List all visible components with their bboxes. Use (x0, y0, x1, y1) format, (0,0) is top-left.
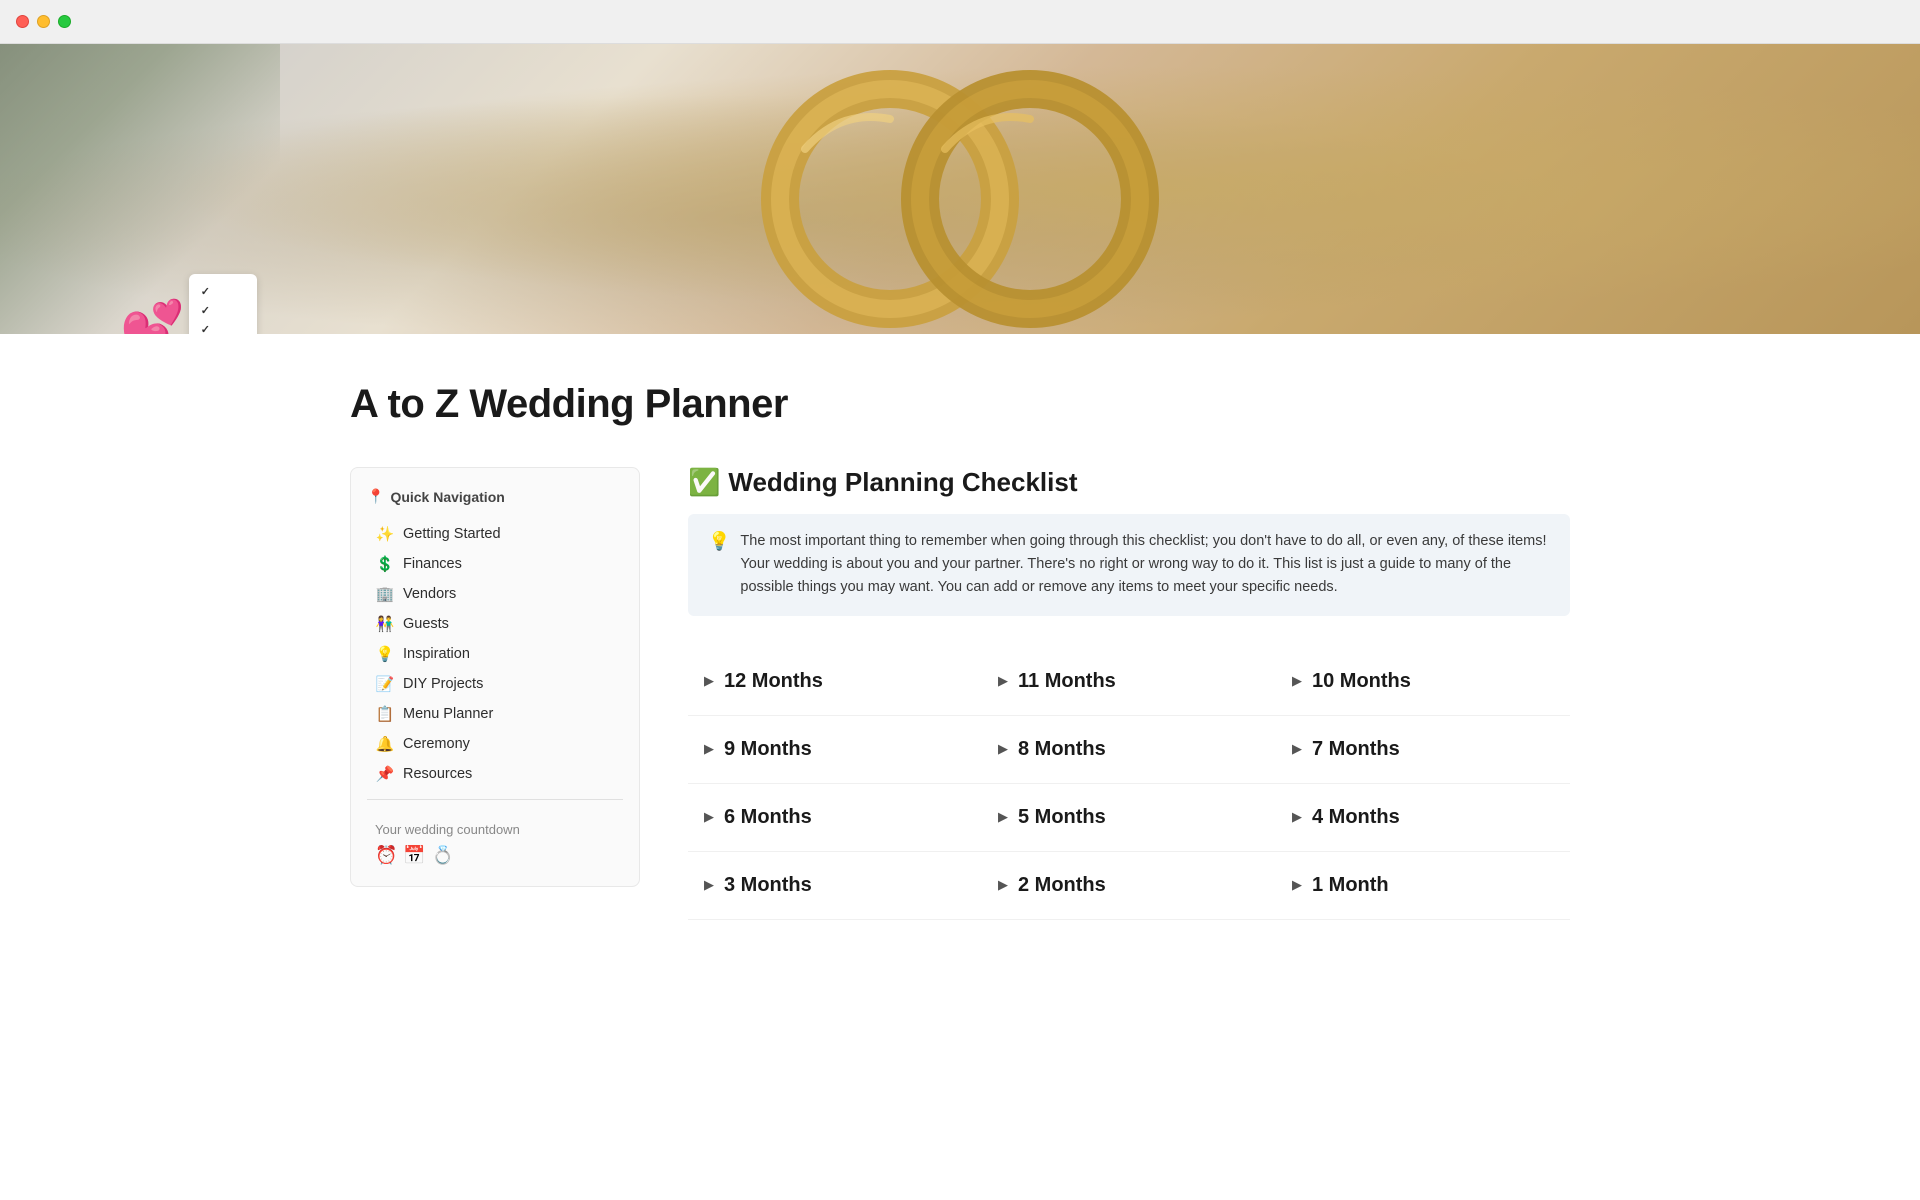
sidebar-item-ceremony[interactable]: 🔔 Ceremony (367, 729, 623, 759)
sidebar-item-menu-planner[interactable]: 📋 Menu Planner (367, 699, 623, 729)
9-months-label: 9 Months (724, 738, 812, 761)
ceremony-label: Ceremony (403, 736, 470, 752)
main-layout: 📍 Quick Navigation ✨ Getting Started 💲 Fina… (350, 467, 1570, 920)
page-content: A to Z Wedding Planner 📍 Quick Navigatio… (270, 334, 1650, 920)
countdown-icon-3: 💍 (432, 845, 454, 866)
checklist-heading: ✅ Wedding Planning Checklist (688, 467, 1570, 498)
sidebar-title-text: Quick Navigation (390, 489, 504, 505)
countdown-icon-2: 📅 (403, 845, 425, 866)
month-item-1-month[interactable]: ▶ 1 Month (1276, 852, 1570, 920)
hero-banner: 💕 (0, 44, 1920, 334)
12-months-label: 12 Months (724, 670, 823, 693)
10-months-arrow-icon: ▶ (1292, 673, 1302, 689)
close-button[interactable] (16, 15, 29, 28)
countdown-icons: ⏰ 📅 💍 (367, 845, 623, 866)
rings-illustration (660, 49, 1260, 329)
6-months-arrow-icon: ▶ (704, 809, 714, 825)
guests-label: Guests (403, 616, 449, 632)
hero-emoji-overlay: 💕 (120, 274, 257, 334)
vendors-emoji: 🏢 (375, 585, 395, 603)
month-item-5-months[interactable]: ▶ 5 Months (982, 784, 1276, 852)
countdown-icon-1: ⏰ (375, 845, 397, 866)
1-month-label: 1 Month (1312, 874, 1389, 897)
2-months-arrow-icon: ▶ (998, 877, 1008, 893)
10-months-label: 10 Months (1312, 670, 1411, 693)
checklist-icon (189, 274, 257, 334)
month-item-8-months[interactable]: ▶ 8 Months (982, 716, 1276, 784)
4-months-arrow-icon: ▶ (1292, 809, 1302, 825)
info-box-text: The most important thing to remember whe… (740, 530, 1550, 600)
months-grid: ▶12 Months▶11 Months▶10 Months▶9 Months▶… (688, 648, 1570, 920)
checklist-heading-emoji: ✅ (688, 467, 720, 498)
sidebar-items-container: ✨ Getting Started 💲 Finances 🏢 Vendors 👫 Guests… (367, 519, 623, 789)
month-item-6-months[interactable]: ▶ 6 Months (688, 784, 982, 852)
guests-emoji: 👫 (375, 615, 395, 633)
maximize-button[interactable] (58, 15, 71, 28)
month-item-2-months[interactable]: ▶ 2 Months (982, 852, 1276, 920)
2-months-label: 2 Months (1018, 874, 1106, 897)
finances-emoji: 💲 (375, 555, 395, 573)
7-months-arrow-icon: ▶ (1292, 741, 1302, 757)
main-content: ✅ Wedding Planning Checklist 💡 The most … (688, 467, 1570, 920)
inspiration-emoji: 💡 (375, 645, 395, 663)
heart-emoji: 💕 (120, 302, 185, 334)
6-months-label: 6 Months (724, 806, 812, 829)
ceremony-emoji: 🔔 (375, 735, 395, 753)
diy-projects-emoji: 📝 (375, 675, 395, 693)
9-months-arrow-icon: ▶ (704, 741, 714, 757)
page-title: A to Z Wedding Planner (350, 382, 1570, 427)
sidebar: 📍 Quick Navigation ✨ Getting Started 💲 Fina… (350, 467, 640, 887)
7-months-label: 7 Months (1312, 738, 1400, 761)
countdown-label: Your wedding countdown (367, 822, 623, 837)
page-title-section: A to Z Wedding Planner (350, 334, 1570, 467)
vendors-label: Vendors (403, 586, 456, 602)
sidebar-item-inspiration[interactable]: 💡 Inspiration (367, 639, 623, 669)
info-box: 💡 The most important thing to remember w… (688, 514, 1570, 616)
month-item-11-months[interactable]: ▶ 11 Months (982, 648, 1276, 716)
sidebar-item-diy-projects[interactable]: 📝 DIY Projects (367, 669, 623, 699)
sidebar-item-finances[interactable]: 💲 Finances (367, 549, 623, 579)
checklist-heading-text: Wedding Planning Checklist (728, 467, 1077, 498)
getting-started-emoji: ✨ (375, 525, 395, 543)
8-months-label: 8 Months (1018, 738, 1106, 761)
sidebar-item-vendors[interactable]: 🏢 Vendors (367, 579, 623, 609)
12-months-arrow-icon: ▶ (704, 673, 714, 689)
getting-started-label: Getting Started (403, 526, 501, 542)
resources-label: Resources (403, 766, 472, 782)
diy-projects-label: DIY Projects (403, 676, 483, 692)
5-months-label: 5 Months (1018, 806, 1106, 829)
navigation-icon: 📍 (367, 488, 384, 505)
titlebar (0, 0, 1920, 44)
finances-label: Finances (403, 556, 462, 572)
resources-emoji: 📌 (375, 765, 395, 783)
info-icon: 💡 (708, 531, 730, 552)
sidebar-item-resources[interactable]: 📌 Resources (367, 759, 623, 789)
11-months-label: 11 Months (1018, 670, 1116, 693)
month-item-7-months[interactable]: ▶ 7 Months (1276, 716, 1570, 784)
sidebar-item-getting-started[interactable]: ✨ Getting Started (367, 519, 623, 549)
month-item-3-months[interactable]: ▶ 3 Months (688, 852, 982, 920)
5-months-arrow-icon: ▶ (998, 809, 1008, 825)
sidebar-item-guests[interactable]: 👫 Guests (367, 609, 623, 639)
sidebar-divider (367, 799, 623, 800)
8-months-arrow-icon: ▶ (998, 741, 1008, 757)
4-months-label: 4 Months (1312, 806, 1400, 829)
sidebar-title: 📍 Quick Navigation (367, 488, 623, 505)
month-item-10-months[interactable]: ▶ 10 Months (1276, 648, 1570, 716)
minimize-button[interactable] (37, 15, 50, 28)
1-month-arrow-icon: ▶ (1292, 877, 1302, 893)
3-months-label: 3 Months (724, 874, 812, 897)
menu-planner-label: Menu Planner (403, 706, 493, 722)
countdown-section: Your wedding countdown ⏰ 📅 💍 (367, 810, 623, 866)
11-months-arrow-icon: ▶ (998, 673, 1008, 689)
inspiration-label: Inspiration (403, 646, 470, 662)
month-item-9-months[interactable]: ▶ 9 Months (688, 716, 982, 784)
menu-planner-emoji: 📋 (375, 705, 395, 723)
3-months-arrow-icon: ▶ (704, 877, 714, 893)
month-item-12-months[interactable]: ▶ 12 Months (688, 648, 982, 716)
month-item-4-months[interactable]: ▶ 4 Months (1276, 784, 1570, 852)
